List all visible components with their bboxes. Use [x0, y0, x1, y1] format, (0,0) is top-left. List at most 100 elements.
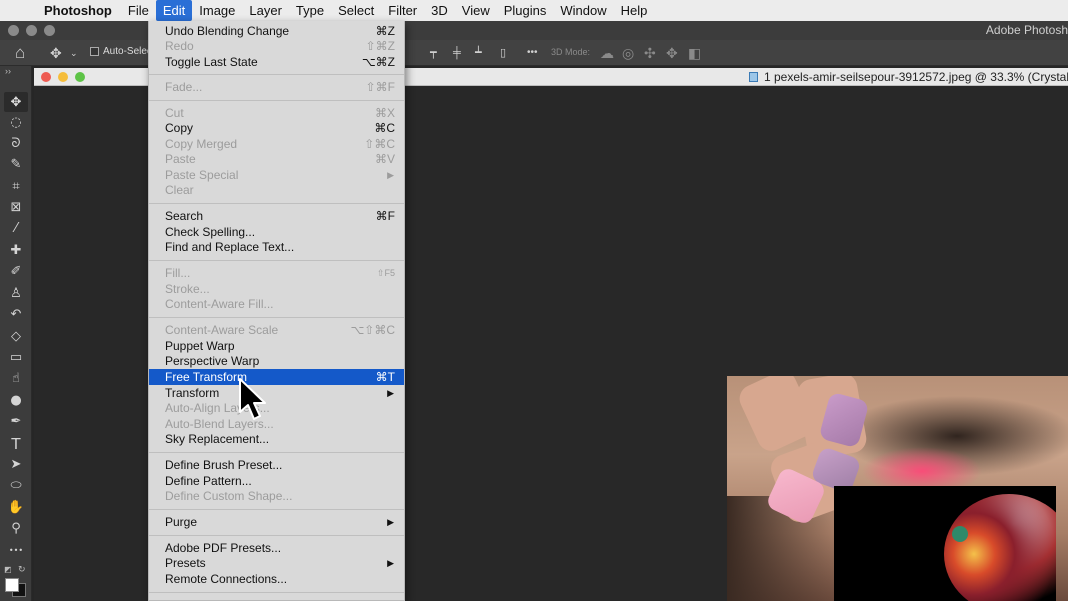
- menu-item-transform[interactable]: Transform ▶: [149, 385, 404, 401]
- zoom-document-button[interactable]: [75, 72, 85, 82]
- menu-item-check-spelling[interactable]: Check Spelling...: [149, 224, 404, 240]
- menu-item-purge[interactable]: Purge ▶: [149, 514, 404, 530]
- align-bottom-icon[interactable]: ┷: [475, 43, 482, 63]
- menu-item-label: Redo: [165, 39, 194, 53]
- menu-item-content-aware-scale[interactable]: Content-Aware Scale ⌥⇧⌘C: [149, 322, 404, 338]
- minimize-document-button[interactable]: [58, 72, 68, 82]
- menu-item-adobe-pdf-presets[interactable]: Adobe PDF Presets...: [149, 540, 404, 556]
- menu-item-puppet-warp[interactable]: Puppet Warp: [149, 338, 404, 354]
- menu-item-label: Content-Aware Scale: [165, 323, 279, 337]
- menu-item-copy-merged[interactable]: Copy Merged ⇧⌘C: [149, 136, 404, 152]
- foreground-color-swatch[interactable]: [5, 578, 19, 592]
- brush-tool-icon[interactable]: ✐: [4, 262, 28, 282]
- quick-selection-tool-icon[interactable]: ✎: [4, 155, 28, 175]
- smudge-tool-icon[interactable]: ☝: [4, 369, 28, 389]
- menu-item-define-brush-preset[interactable]: Define Brush Preset...: [149, 457, 404, 473]
- align-top-icon[interactable]: ┯: [430, 43, 437, 63]
- hand-tool-icon[interactable]: ✋: [4, 498, 28, 518]
- menu-item-redo[interactable]: Redo ⇧⌘Z: [149, 38, 404, 54]
- align-vertical-center-icon[interactable]: ╪: [453, 43, 461, 63]
- more-options-icon[interactable]: •••: [527, 43, 538, 63]
- frame-tool-icon[interactable]: ⊠: [4, 198, 28, 218]
- menu-select[interactable]: Select: [331, 0, 381, 21]
- chevron-down-icon[interactable]: ⌄: [70, 43, 78, 63]
- 3d-orbit-icon[interactable]: ☁: [600, 43, 614, 63]
- menu-item-shortcut: ⌘C: [374, 121, 395, 135]
- move-tool-icon[interactable]: ✥: [4, 92, 28, 112]
- menu-item-remote-connections[interactable]: Remote Connections...: [149, 571, 404, 587]
- zoom-tool-icon[interactable]: ⚲: [4, 519, 28, 539]
- auto-select-checkbox[interactable]: Auto-Selec: [90, 46, 152, 57]
- gradient-tool-icon[interactable]: ▭: [4, 348, 28, 368]
- move-tool-preset-icon[interactable]: ✥: [50, 43, 62, 63]
- eyedropper-tool-icon[interactable]: ⁄: [4, 219, 28, 239]
- canvas-image[interactable]: [727, 376, 1068, 601]
- marquee-tool-icon[interactable]: ◌: [4, 113, 28, 133]
- menu-window[interactable]: Window: [553, 0, 613, 21]
- 3d-pan-icon[interactable]: ✣: [644, 43, 656, 63]
- lasso-tool-icon[interactable]: ᘐ: [4, 134, 28, 154]
- 3d-slide-icon[interactable]: ✥: [666, 43, 678, 63]
- menu-item-copy[interactable]: Copy ⌘C: [149, 120, 404, 136]
- clone-stamp-tool-icon[interactable]: ♙: [4, 284, 28, 304]
- more-tools-icon[interactable]: •••: [4, 541, 28, 561]
- menu-image[interactable]: Image: [192, 0, 242, 21]
- shape-tool-icon[interactable]: ⬭: [4, 476, 28, 496]
- menu-item-clear[interactable]: Clear: [149, 182, 404, 198]
- menu-item-shortcut: ⌘Z: [375, 24, 395, 38]
- 3d-scale-icon[interactable]: ◧: [688, 43, 701, 63]
- menu-item-label: Find and Replace Text...: [165, 240, 295, 254]
- menu-item-free-transform[interactable]: Free Transform ⌘T: [149, 369, 404, 385]
- menu-item-presets[interactable]: Presets ▶: [149, 555, 404, 571]
- menu-item-fill[interactable]: Fill... ⇧F5: [149, 265, 404, 281]
- distribute-icon[interactable]: ▯: [500, 43, 506, 63]
- menu-item-define-pattern[interactable]: Define Pattern...: [149, 473, 404, 489]
- dodge-tool-icon[interactable]: ●: [4, 391, 28, 411]
- menu-item-perspective-warp[interactable]: Perspective Warp: [149, 353, 404, 369]
- crop-tool-icon[interactable]: ⌗: [4, 177, 28, 197]
- healing-brush-tool-icon[interactable]: ✚: [4, 241, 28, 261]
- menu-type[interactable]: Type: [289, 0, 331, 21]
- menu-item-label: Toggle Last State: [165, 55, 258, 69]
- zoom-window-button[interactable]: [44, 25, 55, 36]
- menu-item-auto-align-layers[interactable]: Auto-Align Layers...: [149, 400, 404, 416]
- checkbox-box[interactable]: [90, 47, 99, 56]
- menu-help[interactable]: Help: [614, 0, 655, 21]
- menu-item-content-aware-fill[interactable]: Content-Aware Fill...: [149, 296, 404, 312]
- menu-item-stroke[interactable]: Stroke...: [149, 281, 404, 297]
- menu-photoshop[interactable]: Photoshop: [44, 0, 121, 21]
- menu-file[interactable]: File: [121, 0, 156, 21]
- menu-item-shortcut: ⇧F5: [376, 268, 395, 278]
- minimize-window-button[interactable]: [26, 25, 37, 36]
- menu-item-auto-blend-layers[interactable]: Auto-Blend Layers...: [149, 416, 404, 432]
- menu-item-paste[interactable]: Paste ⌘V: [149, 151, 404, 167]
- menu-item-fade[interactable]: Fade... ⇧⌘F: [149, 79, 404, 95]
- menu-item-find-replace[interactable]: Find and Replace Text...: [149, 239, 404, 255]
- menu-item-cut[interactable]: Cut ⌘X: [149, 105, 404, 121]
- swap-colors-icon[interactable]: ↻: [18, 564, 26, 575]
- menu-filter[interactable]: Filter: [381, 0, 424, 21]
- menu-item-undo[interactable]: Undo Blending Change ⌘Z: [149, 23, 404, 39]
- menu-item-sky-replacement[interactable]: Sky Replacement...: [149, 431, 404, 447]
- menu-item-define-custom-shape[interactable]: Define Custom Shape...: [149, 488, 404, 504]
- menu-item-paste-special[interactable]: Paste Special ▶: [149, 167, 404, 183]
- menu-item-toggle-last-state[interactable]: Toggle Last State ⌥⌘Z: [149, 54, 404, 70]
- type-tool-icon[interactable]: T: [4, 434, 28, 454]
- path-selection-tool-icon[interactable]: ➤: [4, 455, 28, 475]
- menu-item-search[interactable]: Search ⌘F: [149, 208, 404, 224]
- eraser-tool-icon[interactable]: ◇: [4, 327, 28, 347]
- 3d-roll-icon[interactable]: ◎: [622, 43, 634, 63]
- close-document-button[interactable]: [41, 72, 51, 82]
- macos-menu-bar: Photoshop File Edit Image Layer Type Sel…: [0, 0, 1068, 21]
- home-icon[interactable]: ⌂: [15, 43, 25, 63]
- menu-edit[interactable]: Edit: [155, 0, 193, 21]
- pen-tool-icon[interactable]: ✒: [4, 412, 28, 432]
- menu-view[interactable]: View: [455, 0, 497, 21]
- close-window-button[interactable]: [8, 25, 19, 36]
- menu-3d[interactable]: 3D: [424, 0, 455, 21]
- history-brush-tool-icon[interactable]: ↶: [4, 305, 28, 325]
- default-colors-icon[interactable]: ◩: [4, 565, 12, 574]
- menu-layer[interactable]: Layer: [242, 0, 289, 21]
- expand-panel-icon[interactable]: ››: [5, 66, 11, 76]
- menu-plugins[interactable]: Plugins: [497, 0, 554, 21]
